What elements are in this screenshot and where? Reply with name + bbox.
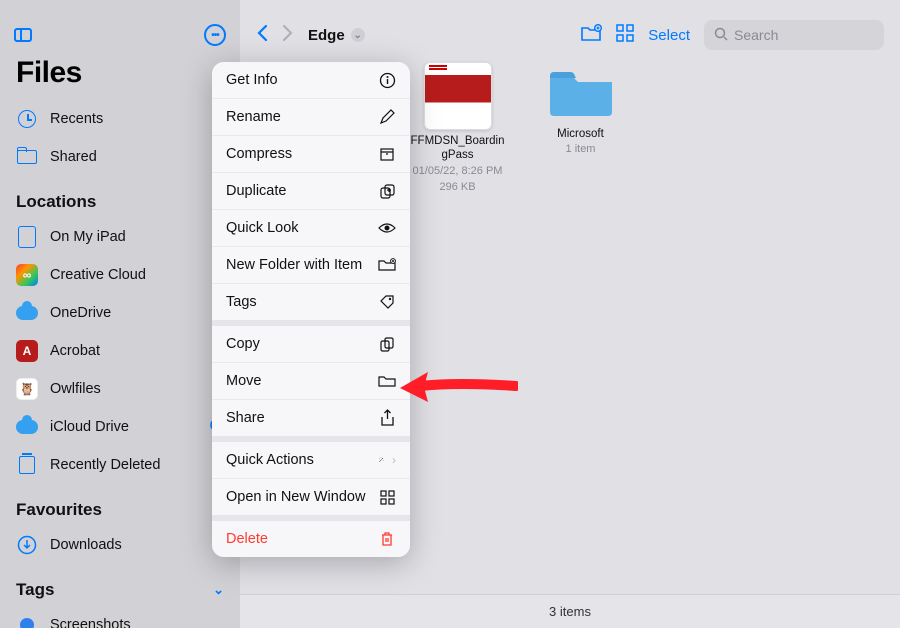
sidebar-item-label: Recents: [50, 111, 103, 127]
trash-icon: [378, 530, 396, 548]
sidebar-item-label: Shared: [50, 149, 97, 165]
grid-icon: [378, 488, 396, 506]
tag-icon: [378, 293, 396, 311]
sidebar-item-label: Acrobat: [50, 343, 100, 359]
folder-icon: [378, 372, 396, 390]
trash-icon: [16, 454, 38, 476]
sidebar-toggle-icon[interactable]: [14, 28, 32, 42]
owlfiles-icon: 🦉: [16, 378, 38, 400]
menu-item-share[interactable]: Share: [212, 399, 410, 436]
sidebar-title: Files: [0, 52, 240, 100]
search-placeholder: Search: [734, 27, 778, 43]
sidebar-item-recents[interactable]: Recents: [0, 100, 240, 138]
menu-item-new-folder-with-item[interactable]: New Folder with Item: [212, 246, 410, 283]
menu-item-tags[interactable]: Tags: [212, 283, 410, 320]
icloud-icon: [16, 416, 38, 438]
sidebar-item-label: Owlfiles: [50, 381, 101, 397]
menu-item-get-info[interactable]: Get Info: [212, 62, 410, 98]
folder-icon: [533, 62, 628, 123]
sidebar-item-label: OneDrive: [50, 305, 111, 321]
nav-forward-button: [282, 24, 294, 47]
breadcrumb[interactable]: Edge ⌄: [308, 27, 365, 44]
sidebar-item-downloads[interactable]: Downloads: [0, 526, 240, 564]
context-menu: Get Info Rename Compress Duplicate Quick…: [212, 62, 410, 557]
file-size: 296 KB: [410, 181, 505, 195]
download-icon: [16, 534, 38, 556]
footer-summary: 3 items: [240, 594, 900, 628]
chevron-right-icon: ›: [392, 453, 396, 467]
clock-icon: [16, 108, 38, 130]
menu-item-copy[interactable]: Copy: [212, 326, 410, 362]
chevron-down-icon: ⌄: [351, 28, 365, 42]
menu-item-move[interactable]: Move: [212, 362, 410, 399]
onedrive-icon: [16, 302, 38, 324]
sidebar-item-recently-deleted[interactable]: Recently Deleted: [0, 446, 240, 484]
share-icon: [378, 409, 396, 427]
search-input[interactable]: Search: [704, 20, 884, 50]
ipad-icon: [16, 226, 38, 248]
sidebar-item-icloud[interactable]: iCloud Drive: [0, 408, 240, 446]
nav-back-button[interactable]: [256, 24, 268, 47]
new-folder-icon: [378, 256, 396, 274]
menu-item-open-new-window[interactable]: Open in New Window: [212, 478, 410, 515]
sidebar-tag-screenshots[interactable]: Screenshots: [0, 606, 240, 628]
file-item-microsoft[interactable]: Microsoft 1 item: [533, 62, 628, 157]
pencil-icon: [378, 108, 396, 126]
menu-item-delete[interactable]: Delete: [212, 521, 410, 557]
sidebar-item-label: Screenshots: [50, 617, 131, 628]
sidebar-heading-favourites[interactable]: Favourites: [0, 484, 240, 526]
sidebar-item-owlfiles[interactable]: 🦉 Owlfiles: [0, 370, 240, 408]
duplicate-icon: [378, 182, 396, 200]
sidebar-item-acrobat[interactable]: A Acrobat: [0, 332, 240, 370]
copy-icon: [378, 335, 396, 353]
menu-item-quick-look[interactable]: Quick Look: [212, 209, 410, 246]
file-meta: 01/05/22, 8:26 PM: [410, 165, 505, 179]
menu-item-rename[interactable]: Rename: [212, 98, 410, 135]
info-icon: [378, 71, 396, 89]
sidebar-more-icon[interactable]: •••: [204, 24, 226, 46]
menu-item-quick-actions[interactable]: Quick Actions ›: [212, 442, 410, 478]
select-button[interactable]: Select: [648, 27, 690, 44]
sidebar-heading-tags[interactable]: Tags ⌄: [0, 564, 240, 606]
file-meta: 1 item: [533, 143, 628, 157]
eye-icon: [378, 219, 396, 237]
sidebar-item-label: Downloads: [50, 537, 122, 553]
tag-dot-icon: [16, 614, 38, 628]
view-grid-button[interactable]: [616, 24, 634, 47]
toolbar: Edge ⌄ Select Search: [240, 0, 900, 52]
sidebar-item-onedrive[interactable]: OneDrive: [0, 294, 240, 332]
sidebar-item-label: Recently Deleted: [50, 457, 160, 473]
sidebar-item-on-my-ipad[interactable]: On My iPad: [0, 218, 240, 256]
sidebar-item-label: iCloud Drive: [50, 419, 129, 435]
sidebar-item-label: Creative Cloud: [50, 267, 146, 283]
shared-folder-icon: [16, 146, 38, 168]
sidebar-item-label: On My iPad: [50, 229, 126, 245]
file-item-boarding-pass[interactable]: FFMDSN_BoardingPass 01/05/22, 8:26 PM 29…: [410, 62, 505, 194]
menu-item-compress[interactable]: Compress: [212, 135, 410, 172]
menu-item-duplicate[interactable]: Duplicate: [212, 172, 410, 209]
sidebar-item-creative-cloud[interactable]: ∞ Creative Cloud: [0, 256, 240, 294]
sidebar-heading-locations[interactable]: Locations: [0, 176, 240, 218]
chevron-down-icon: ⌄: [213, 582, 224, 598]
sidebar-item-shared[interactable]: Shared: [0, 138, 240, 176]
sidebar: ••• Files Recents Shared Locations On My…: [0, 0, 240, 628]
creative-cloud-icon: ∞: [16, 264, 38, 286]
acrobat-icon: A: [16, 340, 38, 362]
wand-icon: ›: [378, 451, 396, 469]
archive-icon: [378, 145, 396, 163]
new-folder-button[interactable]: [580, 24, 602, 47]
file-name: FFMDSN_BoardingPass: [410, 134, 505, 163]
file-thumbnail-icon: [424, 62, 492, 130]
search-icon: [714, 27, 728, 44]
file-name: Microsoft: [533, 127, 628, 141]
